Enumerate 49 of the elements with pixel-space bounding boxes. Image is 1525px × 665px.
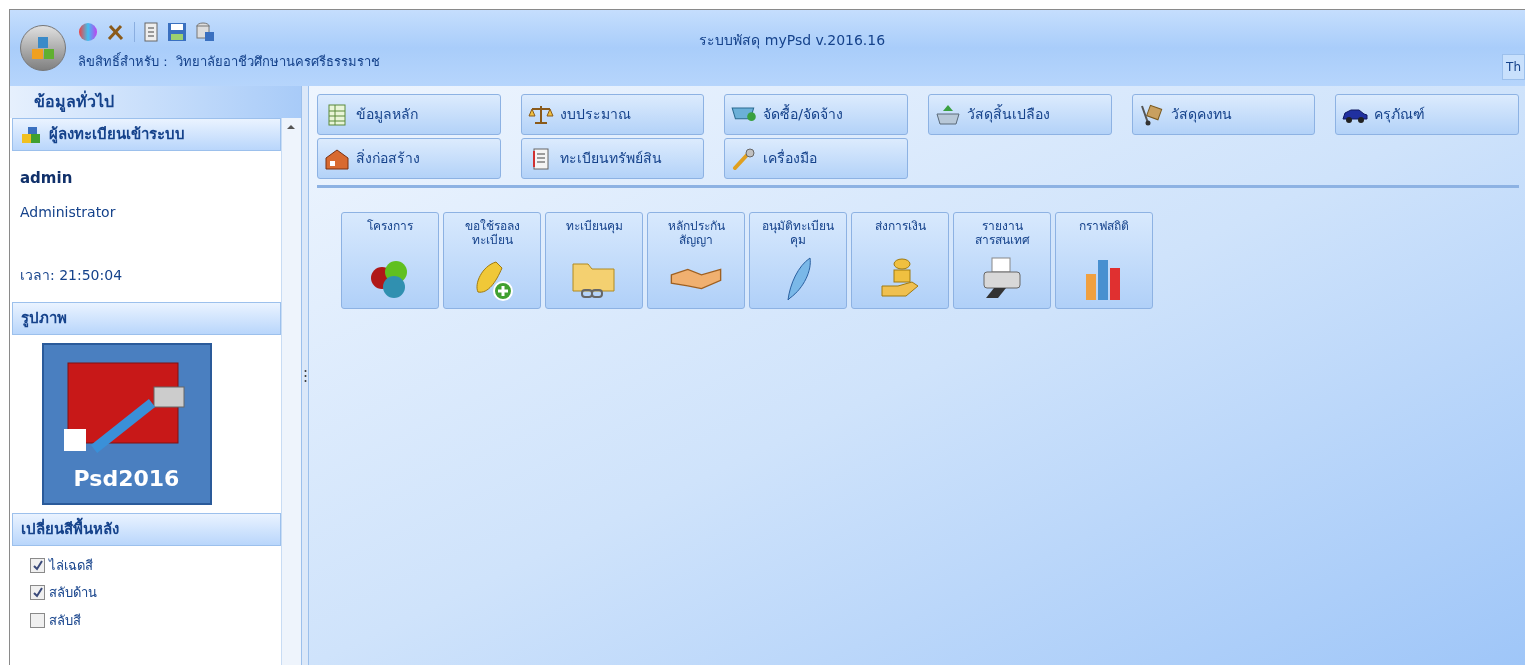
menu-button[interactable]: ครุภัณฑ์: [1335, 94, 1519, 135]
menu-button[interactable]: วัสดุคงทน: [1131, 94, 1316, 135]
menu-button[interactable]: จัดซื้อ/จัดจ้าง: [724, 94, 908, 135]
section-title: ผู้ลงทะเบียนเข้าระบบ: [49, 124, 185, 146]
module-tile[interactable]: อนุมัติทะเบียน คุม: [749, 212, 847, 309]
checkbox-label: สลับสี: [49, 611, 81, 630]
license-holder: วิทยาลัยอาชีวศึกษานครศรีธรรมราช: [175, 53, 380, 71]
window-title: ระบบพัสดุ myPsd v.2016.16: [699, 31, 886, 51]
module-tile[interactable]: ขอใช้รอลง ทะเบียน: [443, 212, 541, 309]
module-tile[interactable]: รายงาน สารสนเทศ: [953, 212, 1051, 309]
menu-button[interactable]: สิ่งก่อสร้าง: [317, 138, 501, 179]
checkbox[interactable]: [30, 612, 45, 628]
house-icon: [324, 147, 350, 170]
scale-icon: [527, 103, 554, 126]
module-tile[interactable]: ทะเบียนคุม: [545, 212, 643, 309]
license-label: ลิขสิทธิ์สำหรับ :: [78, 52, 168, 71]
menu-button[interactable]: ข้อมูลหลัก: [317, 94, 501, 135]
checkbox[interactable]: [30, 585, 45, 601]
menu-button[interactable]: งบประมาณ: [520, 94, 705, 135]
module-tile[interactable]: หลักประกัน สัญญา: [647, 212, 745, 309]
user-role: Administrator: [20, 202, 117, 222]
username: admin: [20, 168, 74, 189]
color-wheel-icon[interactable]: [78, 22, 98, 42]
module-tile[interactable]: ส่งการเงิน: [851, 212, 949, 309]
app-orb-icon[interactable]: [20, 25, 66, 71]
sidebar-title: ข้อมูลทั่วไป: [10, 86, 301, 118]
checkbox-label: สลับด้าน: [49, 584, 97, 602]
shortcut-caption: Psd2016: [73, 464, 180, 493]
cubes-icon: [21, 125, 41, 144]
clock-time: เวลา: 21:50:04: [20, 265, 124, 285]
grip-icon[interactable]: [303, 368, 307, 383]
database-save-icon[interactable]: [195, 22, 215, 42]
basket-icon: [731, 107, 758, 122]
scrollbar[interactable]: [281, 118, 301, 665]
checkbox-label: ไล่เฉดสี: [49, 556, 93, 575]
module-tile[interactable]: กราฟสถิติ: [1055, 212, 1153, 309]
module-tile[interactable]: โครงการ: [341, 212, 439, 309]
wrench-icon: [731, 147, 758, 170]
section-title: เปลี่ยนสีพื้นหลัง: [21, 517, 119, 540]
section-title: รูปภาพ: [21, 307, 67, 330]
hand-truck-icon: [1138, 103, 1165, 126]
basket-icon: [935, 103, 961, 126]
menu-button[interactable]: เครื่องมือ: [724, 138, 908, 179]
corner-tab[interactable]: Th: [1502, 54, 1525, 80]
save-icon[interactable]: [167, 22, 187, 42]
notebook-icon[interactable]: [143, 22, 159, 42]
checkbox[interactable]: [30, 557, 45, 573]
menu-button[interactable]: ทะเบียนทรัพย์สิน: [520, 138, 705, 179]
menu-button[interactable]: วัสดุสิ้นเปลือง: [928, 94, 1112, 135]
